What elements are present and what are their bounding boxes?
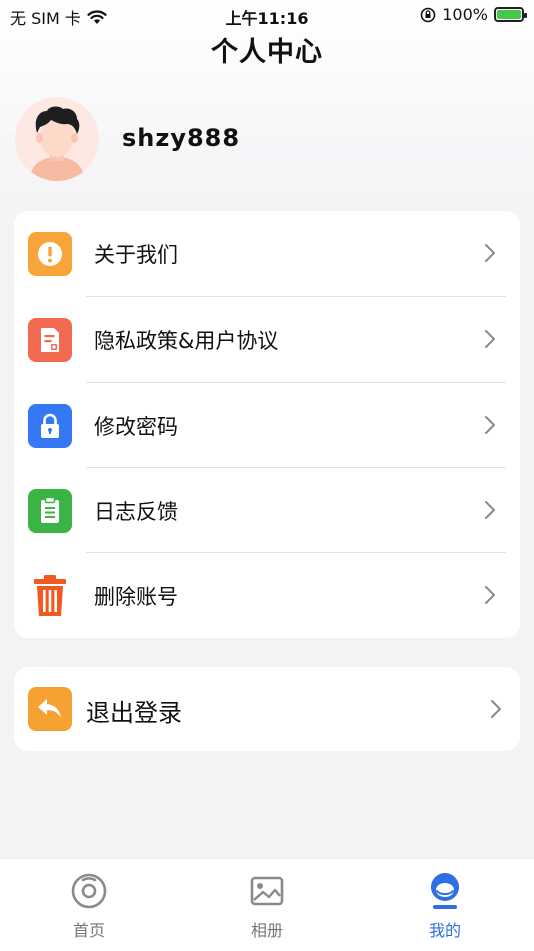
tab-label: 首页 [72, 921, 105, 940]
document-icon [28, 318, 72, 362]
menu-item-about-us[interactable]: 关于我们 [14, 211, 520, 296]
back-arrow-icon [28, 687, 72, 731]
settings-menu-card: 关于我们 隐私政策&用户协议 修改密码 日志反馈 删除账号 [14, 211, 520, 638]
page-title: 个人中心 [211, 37, 323, 68]
menu-item-delete-account[interactable]: 删除账号 [14, 553, 520, 638]
username: shzy888 [122, 124, 241, 152]
menu-item-change-password[interactable]: 修改密码 [14, 383, 520, 468]
trash-icon [28, 574, 72, 618]
tab-label: 我的 [428, 921, 461, 940]
menu-item-privacy-policy[interactable]: 隐私政策&用户协议 [14, 297, 520, 382]
logout-button[interactable]: 退出登录 [14, 667, 520, 751]
tab-mine[interactable]: 我的 [385, 871, 505, 949]
home-icon [71, 873, 107, 909]
menu-item-label: 关于我们 [94, 243, 178, 267]
chevron-right-icon [485, 330, 495, 348]
menu-item-label: 隐私政策&用户协议 [94, 329, 279, 353]
info-icon [28, 232, 72, 276]
tab-home[interactable]: 首页 [29, 871, 149, 949]
menu-item-label: 日志反馈 [94, 500, 178, 524]
chevron-right-icon [491, 700, 501, 718]
battery-icon [494, 7, 527, 22]
chevron-right-icon [485, 416, 495, 434]
photo-album-icon [250, 876, 284, 906]
battery-percent: 100% [442, 5, 488, 24]
logout-card: 退出登录 [14, 667, 520, 751]
chevron-right-icon [485, 501, 495, 519]
lock-icon [28, 404, 72, 448]
status-bar: 无 SIM 卡 上午11:16 100% [0, 0, 534, 30]
chevron-right-icon [485, 586, 495, 604]
menu-item-log-feedback[interactable]: 日志反馈 [14, 468, 520, 553]
menu-item-label: 删除账号 [94, 585, 178, 609]
rotation-lock-icon [420, 7, 436, 22]
clipboard-icon [28, 489, 72, 533]
status-right: 100% [420, 5, 527, 24]
tab-label: 相册 [250, 921, 283, 940]
bottom-tab-bar: 首页 相册 我的 [0, 858, 534, 951]
avatar[interactable] [15, 97, 99, 181]
user-icon [431, 873, 459, 909]
logout-label: 退出登录 [86, 699, 182, 727]
chevron-right-icon [485, 244, 495, 262]
menu-item-label: 修改密码 [94, 415, 178, 439]
avatar-illustration-icon [29, 106, 85, 181]
tab-album[interactable]: 相册 [207, 871, 327, 949]
